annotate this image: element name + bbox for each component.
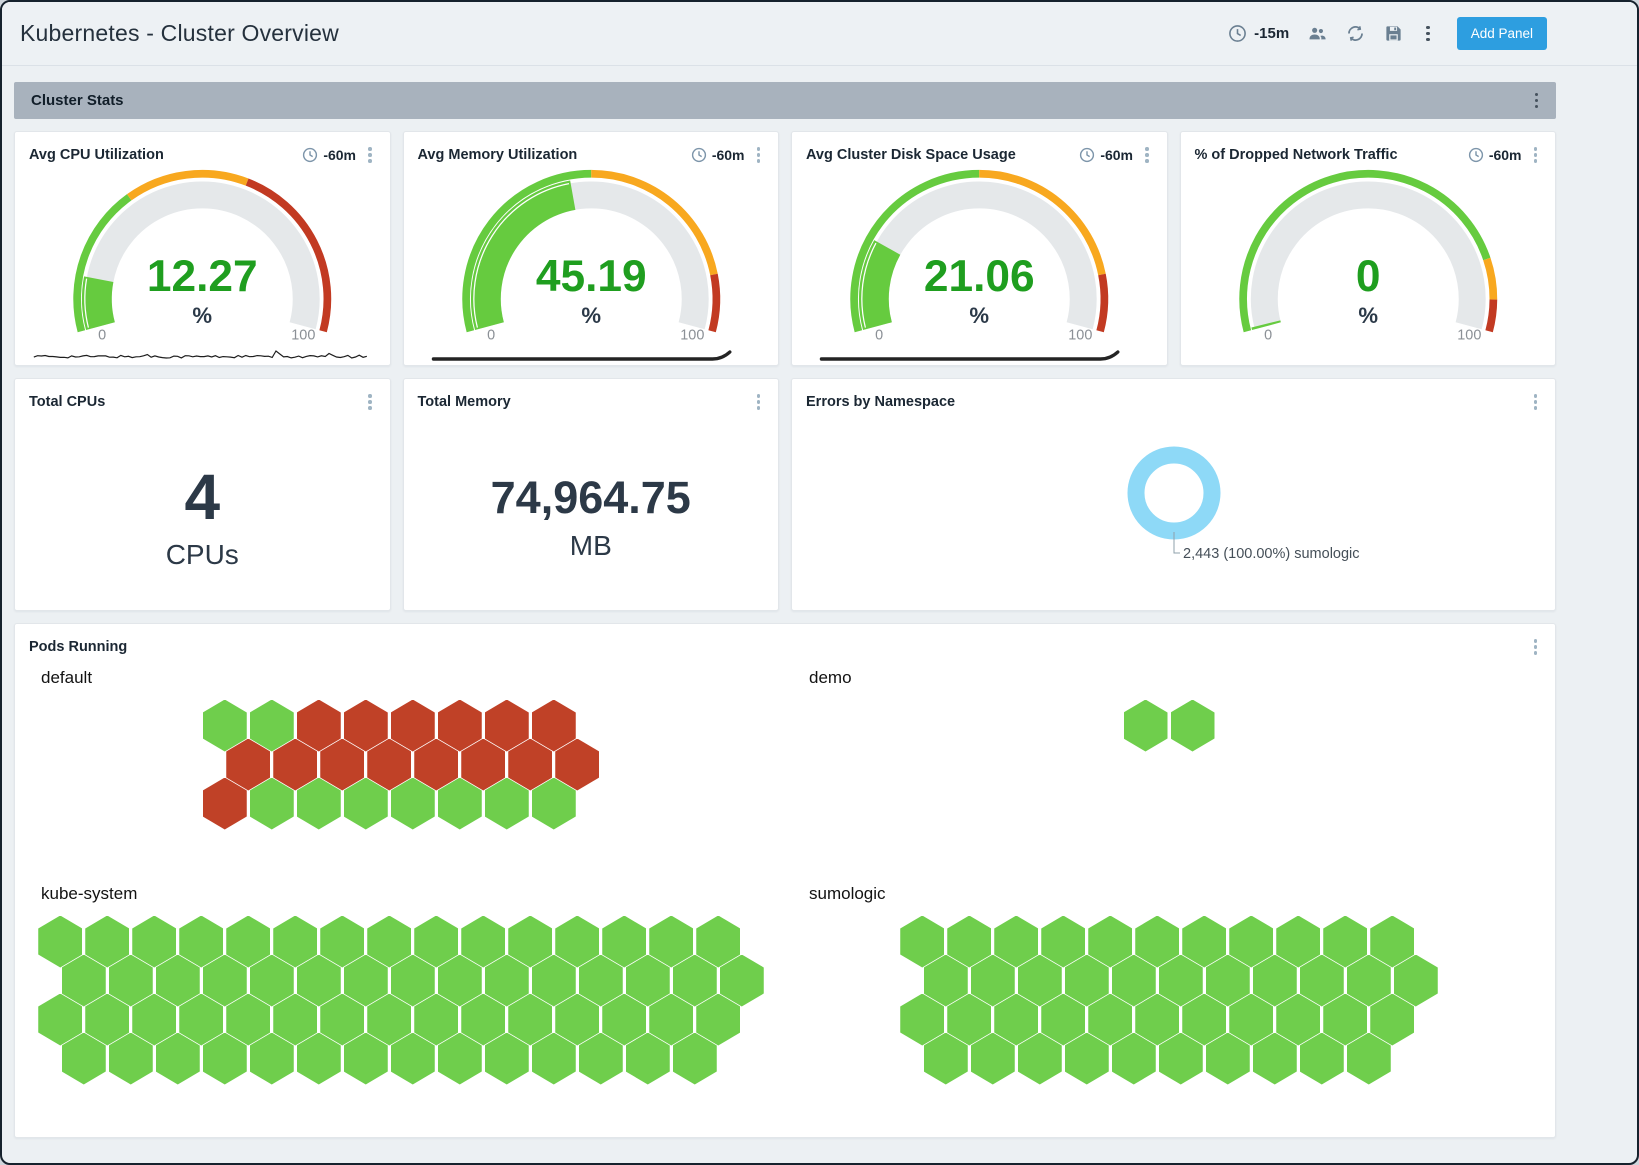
time-range-label: -15m	[1254, 25, 1289, 42]
gauge-chart: 21.06% 0 100	[806, 168, 1153, 345]
gauge-panel: Avg CPU Utilization -60m 12.27% 0 100	[14, 131, 391, 366]
svg-text:%: %	[969, 302, 989, 327]
page-title: Kubernetes - Cluster Overview	[20, 20, 339, 47]
donut-chart[interactable]: 2,443 (100.00%) sumologic	[914, 429, 1434, 581]
pod-group-sumologic: sumologic	[797, 882, 1541, 1085]
gauge-sparkline	[29, 345, 376, 365]
svg-text:2,443 (100.00%) sumologic: 2,443 (100.00%) sumologic	[1183, 546, 1360, 562]
panel-time-range: -60m	[1468, 147, 1522, 163]
pods-running-panel: Pods Running default demo kube-system su…	[14, 623, 1556, 1138]
svg-text:100: 100	[291, 327, 315, 343]
panel-kebab-menu[interactable]	[753, 144, 765, 166]
gauge-chart: 0%0100	[1195, 168, 1542, 345]
svg-text:%: %	[1358, 302, 1378, 327]
stat-value: 4	[184, 465, 220, 529]
panel-time-label: -60m	[323, 147, 356, 163]
panel-title: Total Memory	[418, 394, 511, 410]
panel-title: Avg CPU Utilization	[29, 147, 164, 163]
clock-icon	[1468, 147, 1484, 163]
stat-panel: Total CPUs 4 CPUs	[14, 378, 391, 611]
gauge-row: Avg CPU Utilization -60m 12.27%0100 Avg …	[14, 131, 1556, 366]
panel-title: % of Dropped Network Traffic	[1195, 147, 1398, 163]
stats-row: Total CPUs 4 CPUs Total Memory 74,964.75…	[14, 378, 1556, 611]
svg-text:0: 0	[98, 327, 106, 343]
section-kebab-menu[interactable]	[1531, 90, 1543, 112]
pod-group-demo: demo	[797, 666, 1541, 842]
clock-icon	[1079, 147, 1095, 163]
refresh-icon[interactable]	[1346, 24, 1365, 43]
clock-icon	[302, 147, 318, 163]
pod-group-kube-system: kube-system	[29, 882, 773, 1085]
svg-text:21.06: 21.06	[924, 252, 1035, 301]
svg-text:0: 0	[875, 327, 883, 343]
section-bar-cluster-stats: Cluster Stats	[14, 82, 1556, 119]
panel-time-range: -60m	[691, 147, 745, 163]
gauge-chart: 45.19% 0 100	[418, 168, 765, 345]
honeycomb-sumologic	[900, 916, 1438, 1085]
stat-value: 74,964.75	[491, 475, 691, 520]
panel-time-range: -60m	[302, 147, 356, 163]
dashboard-time-range[interactable]: -15m	[1228, 24, 1289, 43]
svg-text:100: 100	[1457, 327, 1481, 343]
dashboard-header: Kubernetes - Cluster Overview -15m	[2, 2, 1637, 66]
panel-time-range: -60m	[1079, 147, 1133, 163]
dashboard-screen: Kubernetes - Cluster Overview -15m	[0, 0, 1639, 1165]
svg-text:100: 100	[1068, 327, 1092, 343]
clock-icon	[691, 147, 707, 163]
pod-group-label: kube-system	[41, 884, 773, 904]
svg-text:0: 0	[1355, 252, 1380, 301]
panel-kebab-menu[interactable]	[753, 391, 765, 413]
panel-time-label: -60m	[1489, 147, 1522, 163]
honeycomb-kube-system	[38, 916, 764, 1085]
panel-title: Errors by Namespace	[806, 394, 955, 410]
clock-icon	[1228, 24, 1247, 43]
pods-groups-grid: default demo kube-system sumologic	[29, 666, 1541, 1085]
honeycomb-demo	[1124, 700, 1215, 752]
svg-text:0: 0	[1264, 327, 1272, 343]
svg-text:12.27: 12.27	[147, 252, 258, 301]
panel-time-label: -60m	[712, 147, 745, 163]
header-controls: -15m Add Panel	[1228, 17, 1547, 50]
gauge-panel: Avg Cluster Disk Space Usage -60m 21.06%…	[791, 131, 1168, 366]
svg-text:45.19: 45.19	[535, 252, 646, 301]
svg-text:%: %	[581, 302, 601, 327]
save-icon[interactable]	[1384, 24, 1403, 43]
panel-title: Total CPUs	[29, 394, 105, 410]
pod-group-default: default	[29, 666, 773, 842]
stat-unit: MB	[570, 530, 612, 562]
panel-kebab-menu[interactable]	[364, 144, 376, 166]
gauge-sparkline	[418, 345, 765, 365]
section-title: Cluster Stats	[31, 92, 124, 109]
honeycomb-default	[203, 700, 600, 830]
svg-text:100: 100	[680, 327, 704, 343]
hex-cell-ok[interactable]	[1171, 700, 1215, 752]
pod-group-label: demo	[809, 668, 1541, 688]
header-kebab-menu[interactable]	[1422, 23, 1434, 45]
panel-kebab-menu[interactable]	[364, 391, 376, 413]
pod-group-label: sumologic	[809, 884, 1541, 904]
panel-title: Avg Memory Utilization	[418, 147, 578, 163]
pod-group-label: default	[41, 668, 773, 688]
panel-time-label: -60m	[1100, 147, 1133, 163]
panel-title: Avg Cluster Disk Space Usage	[806, 147, 1016, 163]
panel-title: Pods Running	[29, 639, 127, 655]
gauge-sparkline	[806, 345, 1153, 365]
panel-kebab-menu[interactable]	[1141, 144, 1153, 166]
gauge-panel: % of Dropped Network Traffic -60m 0%0100	[1180, 131, 1557, 366]
stat-panel: Total Memory 74,964.75 MB	[403, 378, 780, 611]
donut-panel: Errors by Namespace 2,443 (100.00%) sumo…	[791, 378, 1556, 611]
hex-cell-ok[interactable]	[1124, 700, 1168, 752]
svg-text:0: 0	[487, 327, 495, 343]
panel-kebab-menu[interactable]	[1530, 636, 1542, 658]
share-users-icon[interactable]	[1308, 24, 1327, 43]
panel-kebab-menu[interactable]	[1530, 144, 1542, 166]
panel-kebab-menu[interactable]	[1530, 391, 1542, 413]
stat-unit: CPUs	[166, 539, 239, 571]
gauge-chart: 12.27% 0 100	[29, 168, 376, 345]
gauge-panel: Avg Memory Utilization -60m 45.19% 0 100	[403, 131, 780, 366]
add-panel-button[interactable]: Add Panel	[1457, 17, 1547, 50]
svg-text:%: %	[192, 302, 212, 327]
